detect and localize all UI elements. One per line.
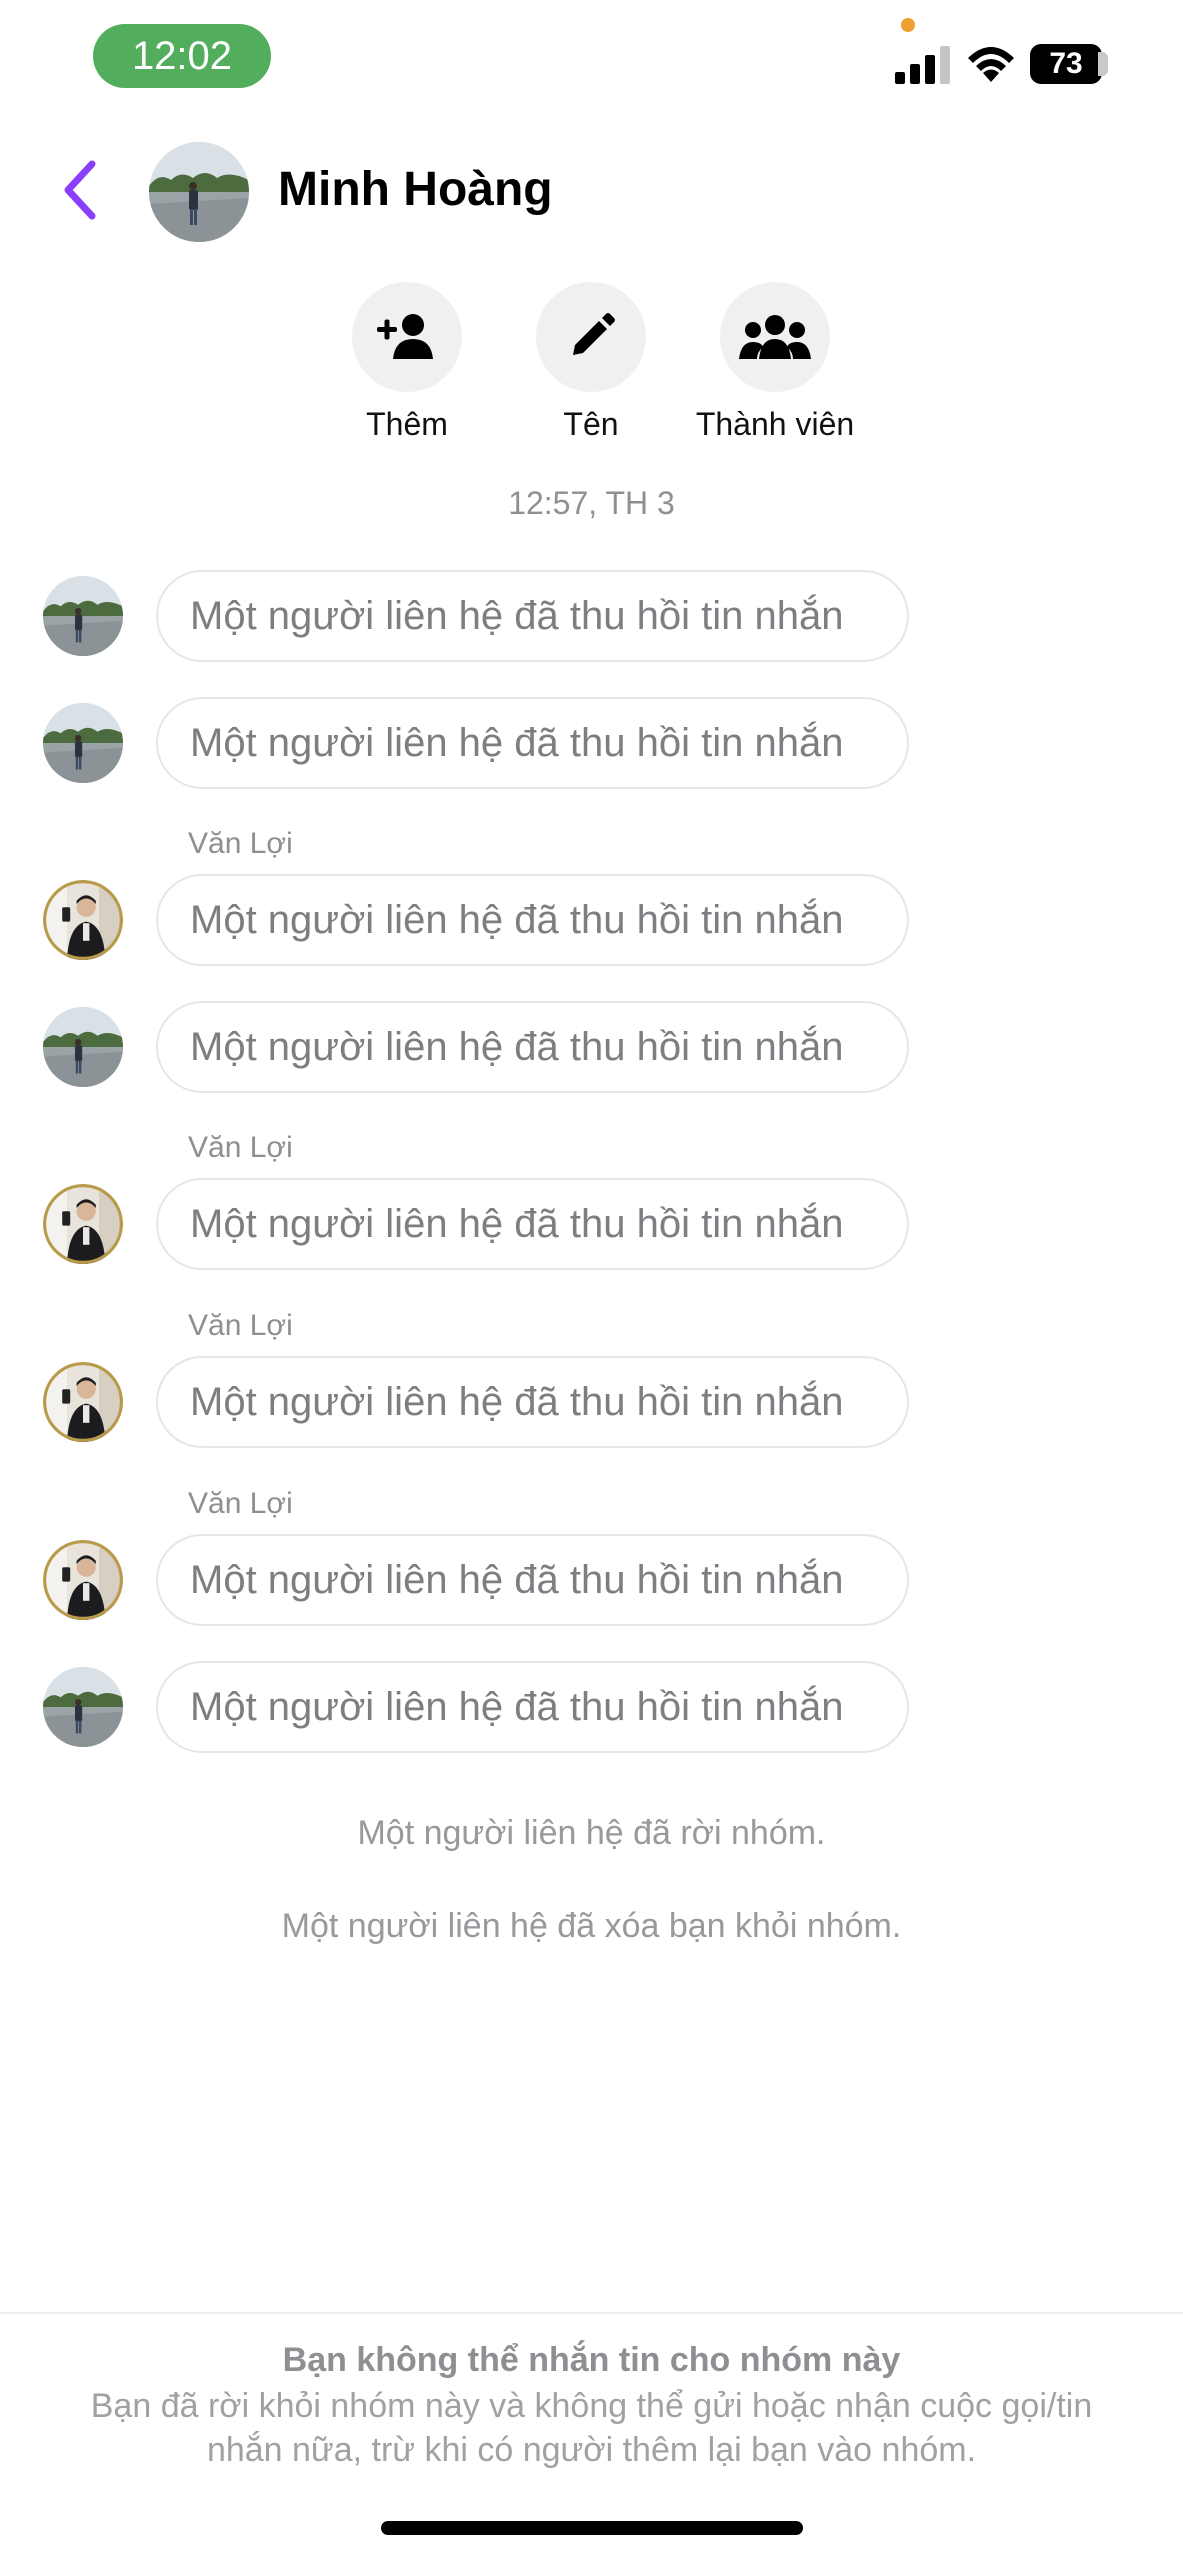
sender-name: Văn Lợi [188, 827, 293, 860]
sender-name: Văn Lợi [188, 1487, 293, 1520]
system-message-removed: Một người liên hệ đã xóa bạn khỏi nhóm. [281, 1907, 902, 1945]
add-person-icon [377, 314, 433, 359]
wifi-icon [968, 47, 1014, 82]
add-member-label: Thêm [366, 406, 448, 442]
chat-header: Minh Hoàng [0, 130, 1183, 250]
status-time: 12:02 [93, 24, 271, 88]
recalled-message-bubble[interactable]: Một người liên hệ đã thu hồi tin nhắn [156, 1661, 909, 1753]
pencil-icon [573, 313, 615, 355]
sender-avatar[interactable] [43, 1540, 123, 1620]
recalled-message-bubble[interactable]: Một người liên hệ đã thu hồi tin nhắn [156, 1356, 909, 1448]
members-button[interactable]: Thành viên [675, 282, 875, 444]
sender-avatar[interactable] [43, 880, 123, 960]
sender-avatar[interactable] [43, 1362, 123, 1442]
system-message-left-group: Một người liên hệ đã rời nhóm. [357, 1814, 826, 1852]
sender-name: Văn Lợi [188, 1309, 293, 1342]
notice-body: Bạn đã rời khỏi nhóm này và không thể gử… [90, 2387, 1093, 2469]
back-chevron-icon[interactable] [52, 154, 108, 226]
recalled-message-bubble[interactable]: Một người liên hệ đã thu hồi tin nhắn [156, 697, 909, 789]
sender-avatar[interactable] [43, 1667, 123, 1747]
sender-avatar[interactable] [43, 1184, 123, 1264]
rename-label: Tên [563, 406, 619, 442]
recalled-message-bubble[interactable]: Một người liên hệ đã thu hồi tin nhắn [156, 1178, 909, 1270]
sender-name: Văn Lợi [188, 1131, 293, 1164]
recalled-message-bubble[interactable]: Một người liên hệ đã thu hồi tin nhắn [156, 1001, 909, 1093]
sender-avatar[interactable] [43, 576, 123, 656]
status-bar: 12:02 73 [0, 0, 1183, 110]
home-indicator[interactable] [381, 2521, 803, 2535]
rename-button[interactable]: Tên [491, 282, 691, 444]
privacy-indicator-dot [901, 18, 915, 32]
recalled-message-bubble[interactable]: Một người liên hệ đã thu hồi tin nhắn [156, 874, 909, 966]
chat-screen: 12:02 73 Minh Hoàng Thêm Tên Thành viên … [0, 0, 1183, 2560]
add-member-button[interactable]: Thêm [307, 282, 507, 444]
group-actions: Thêm Tên Thành viên [0, 282, 1183, 452]
rename-circle[interactable] [536, 282, 646, 392]
group-avatar[interactable] [149, 142, 249, 242]
add-member-circle[interactable] [352, 282, 462, 392]
recalled-message-bubble[interactable]: Một người liên hệ đã thu hồi tin nhắn [156, 570, 909, 662]
battery-icon: 73 [1030, 44, 1108, 84]
notice-title: Bạn không thể nhắn tin cho nhóm này [282, 2341, 901, 2379]
battery-tail [1098, 52, 1108, 76]
members-label: Thành viên [695, 406, 855, 442]
members-circle[interactable] [720, 282, 830, 392]
recalled-message-bubble[interactable]: Một người liên hệ đã thu hồi tin nhắn [156, 1534, 909, 1626]
battery-level: 73 [1030, 44, 1102, 84]
group-title[interactable]: Minh Hoàng [278, 162, 553, 218]
sender-avatar[interactable] [43, 1007, 123, 1087]
cellular-signal-icon [895, 46, 950, 84]
chat-timestamp: 12:57, TH 3 [508, 485, 675, 521]
sender-avatar[interactable] [43, 703, 123, 783]
group-members-icon [739, 315, 811, 359]
